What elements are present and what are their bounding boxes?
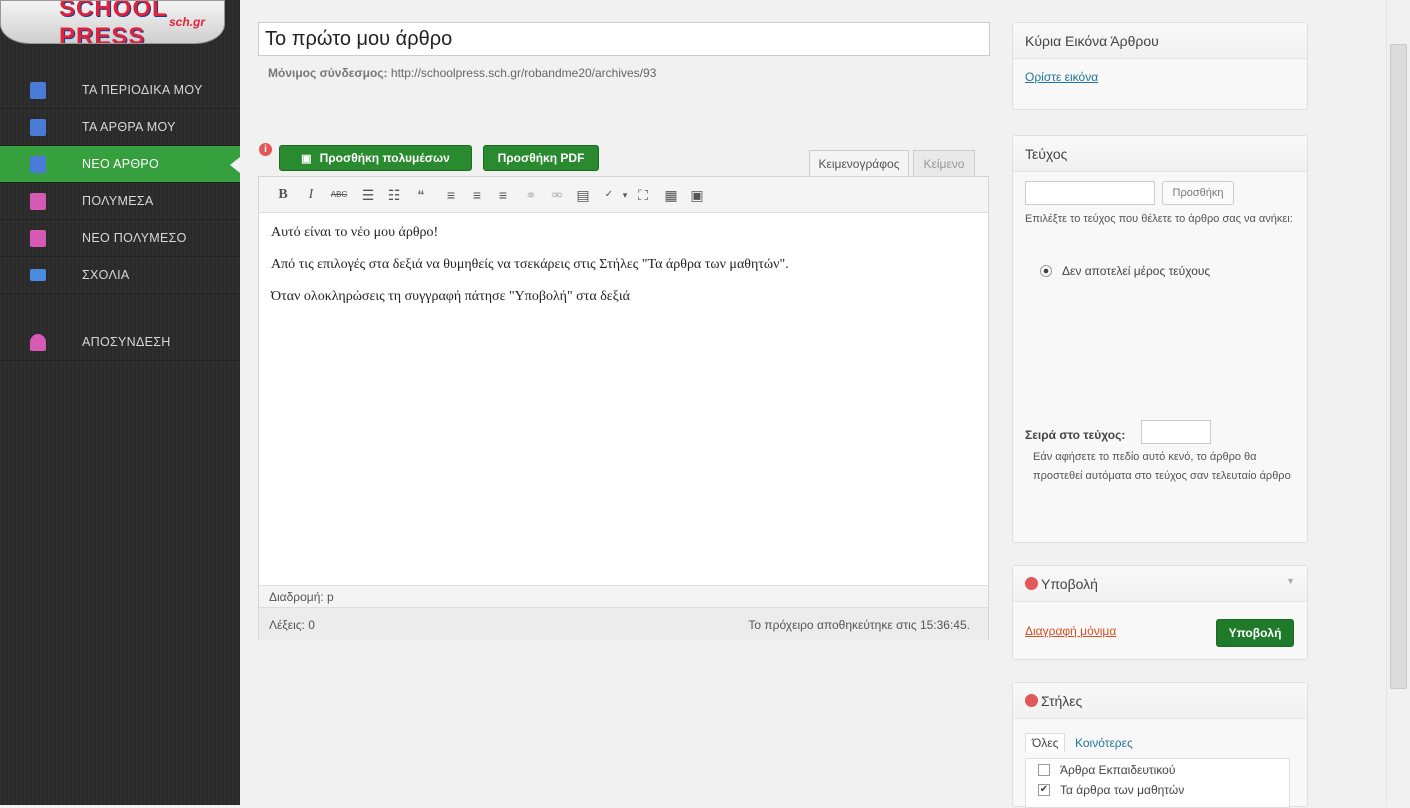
- columns-title: Στήλες: [1041, 693, 1083, 709]
- fullscreen-icon[interactable]: ⛶: [633, 185, 653, 205]
- submit-button[interactable]: Υποβολή: [1216, 619, 1294, 647]
- panel-title: Τεύχος: [1013, 136, 1307, 172]
- sidebar-item-media[interactable]: ΠΟΛΥΜΕΣΑ: [0, 183, 240, 220]
- add-pdf-label: Προσθήκη PDF: [497, 151, 585, 165]
- column-label: Τα άρθρα των μαθητών: [1060, 783, 1185, 797]
- insert-video-icon[interactable]: ▣: [687, 185, 707, 205]
- issue-panel: Τεύχος Προσθήκη Επιλέξτε το τεύχος που θ…: [1012, 135, 1308, 543]
- info-icon: [1025, 694, 1038, 707]
- sidebar-item-label: ΑΠΟΣΥΝΔΕΣΗ: [82, 335, 171, 349]
- order-label: Σειρά στο τεύχος:: [1025, 428, 1126, 442]
- chevron-down-icon[interactable]: ▾: [615, 185, 635, 205]
- set-featured-image-link[interactable]: Ορίστε εικόνα: [1025, 70, 1098, 84]
- info-icon: [1025, 577, 1038, 590]
- book-icon: [30, 82, 46, 99]
- editor-toolbar: B I ABC ☰ ☷ “ ≡ ≡ ≡ ⚭ ⚮ ▤ ✓ ▾ ⛶ ▦ ▣: [259, 177, 988, 213]
- camera-icon: ▣: [301, 152, 312, 165]
- permalink: Μόνιμος σύνδεσμος: http://schoolpress.sc…: [268, 66, 656, 80]
- panel-title: Στήλες: [1013, 683, 1307, 719]
- post-title-input[interactable]: [258, 22, 990, 56]
- permalink-url[interactable]: http://schoolpress.sch.gr/robandme20/arc…: [391, 66, 656, 80]
- sidebar: SCHOOL PRESS sch.gr ΤΑ ΠΕΡΙΟΔΙΚΑ ΜΟΥ ΤΑ …: [0, 0, 240, 805]
- column-label: Άρθρα Εκπαιδευτικού: [1060, 763, 1176, 777]
- new-media-icon: [30, 230, 46, 247]
- logo-subtext: sch.gr: [169, 15, 206, 29]
- editor-paragraph: Αυτό είναι το νέο μου άρθρο!: [271, 225, 439, 240]
- editor-content[interactable]: Αυτό είναι το νέο μου άρθρο! Από τις επι…: [271, 225, 789, 321]
- sidebar-item-logout[interactable]: ΑΠΟΣΥΝΔΕΣΗ: [0, 324, 240, 361]
- tab-all-columns[interactable]: Όλες: [1025, 733, 1066, 752]
- unlink-icon[interactable]: ⚮: [547, 185, 567, 205]
- sidebar-item-label: ΝΕΟ ΑΡΘΡΟ: [82, 157, 160, 171]
- align-left-icon[interactable]: ≡: [441, 185, 461, 205]
- editor-path: Διαδρομή: p: [259, 585, 988, 607]
- align-center-icon[interactable]: ≡: [467, 185, 487, 205]
- more-tag-icon[interactable]: ▤: [573, 185, 593, 205]
- columns-list: Άρθρα Εκπαιδευτικού ✔ Τα άρθρα των μαθητ…: [1025, 758, 1290, 808]
- info-icon[interactable]: i: [259, 143, 272, 156]
- kitchen-sink-icon[interactable]: ▦: [661, 185, 681, 205]
- article-pen-icon: [30, 119, 46, 136]
- link-icon[interactable]: ⚭: [521, 185, 541, 205]
- issue-option-label: Δεν αποτελεί μέρος τεύχους: [1062, 264, 1211, 278]
- new-issue-input[interactable]: [1025, 181, 1155, 205]
- list-item[interactable]: Άρθρα Εκπαιδευτικού: [1038, 763, 1175, 777]
- bold-icon[interactable]: B: [273, 185, 293, 205]
- editor-status-bar: Λέξεις: 0 Το πρόχειρο αποθηκεύτηκε στις …: [259, 607, 988, 640]
- school-press-logo[interactable]: SCHOOL PRESS sch.gr: [0, 0, 225, 44]
- sidebar-item-label: ΤΑ ΠΕΡΙΟΔΙΚΑ ΜΟΥ: [82, 83, 203, 97]
- delete-permanently-link[interactable]: Διαγραφή μόνιμα: [1025, 624, 1116, 638]
- radio-selected[interactable]: [1040, 265, 1052, 277]
- publish-panel: Υποβολή ▼ Διαγραφή μόνιμα Υποβολή: [1012, 565, 1308, 660]
- numbered-list-icon[interactable]: ☷: [384, 185, 404, 205]
- sidebar-item-label: ΣΧΟΛΙΑ: [82, 268, 130, 282]
- editor-paragraph: Από τις επιλογές στα δεξιά να θυμηθείς ν…: [271, 257, 789, 272]
- logout-users-icon: [30, 334, 46, 351]
- sidebar-item-label: ΤΑ ΑΡΘΡΑ ΜΟΥ: [82, 120, 176, 134]
- checkbox-checked[interactable]: ✔: [1038, 784, 1050, 796]
- sidebar-item-label: ΠΟΛΥΜΕΣΑ: [82, 194, 154, 208]
- align-right-icon[interactable]: ≡: [493, 185, 513, 205]
- panel-title: Κύρια Εικόνα Άρθρου: [1013, 23, 1307, 59]
- order-input[interactable]: [1141, 420, 1211, 444]
- add-media-label: Προσθήκη πολυμέσων: [319, 151, 450, 165]
- sidebar-item-new-article[interactable]: ΝΕΟ ΑΡΘΡΟ: [0, 146, 240, 183]
- blockquote-icon[interactable]: “: [411, 185, 431, 205]
- bullet-list-icon[interactable]: ☰: [358, 185, 378, 205]
- panel-title: Υποβολή ▼: [1013, 566, 1307, 602]
- page-scrollbar[interactable]: [1386, 0, 1410, 805]
- editor-paragraph: Όταν ολοκληρώσεις τη συγγραφή πάτησε "Υπ…: [271, 289, 631, 304]
- scrollbar-thumb[interactable]: [1390, 44, 1407, 689]
- issue-option[interactable]: Δεν αποτελεί μέρος τεύχους: [1040, 264, 1210, 278]
- add-pdf-button[interactable]: Προσθήκη PDF: [483, 145, 599, 171]
- editor: B I ABC ☰ ☷ “ ≡ ≡ ≡ ⚭ ⚮ ▤ ✓ ▾ ⛶ ▦ ▣ Αυτό…: [258, 176, 989, 640]
- columns-panel: Στήλες Όλες Κοινότερες Άρθρα Εκπαιδευτικ…: [1012, 682, 1308, 808]
- draft-saved-status: Το πρόχειρο αποθηκεύτηκε στις 15:36:45.: [748, 618, 970, 632]
- list-item[interactable]: ✔ Τα άρθρα των μαθητών: [1038, 783, 1184, 797]
- checkbox-unchecked[interactable]: [1038, 764, 1050, 776]
- sidebar-item-my-magazines[interactable]: ΤΑ ΠΕΡΙΟΔΙΚΑ ΜΟΥ: [0, 72, 240, 109]
- sidebar-item-comments[interactable]: ΣΧΟΛΙΑ: [0, 257, 240, 294]
- add-media-button[interactable]: ▣ Προσθήκη πολυμέσων: [279, 145, 472, 171]
- collapse-arrow-icon[interactable]: ▼: [1286, 576, 1295, 586]
- tab-popular-columns[interactable]: Κοινότερες: [1075, 736, 1133, 750]
- media-camera-icon: [30, 193, 46, 210]
- add-issue-button[interactable]: Προσθήκη: [1162, 181, 1234, 205]
- word-count: Λέξεις: 0: [269, 618, 315, 632]
- new-article-icon: [30, 156, 46, 173]
- tab-visual[interactable]: Κειμενογράφος: [809, 150, 909, 176]
- sidebar-item-my-articles[interactable]: ΤΑ ΑΡΘΡΑ ΜΟΥ: [0, 109, 240, 146]
- order-help-text: Εάν αφήσετε το πεδίο αυτό κενό, το άρθρο…: [1033, 451, 1291, 482]
- italic-icon[interactable]: I: [301, 185, 321, 205]
- issue-help-text: Επιλέξτε το τεύχος που θέλετε το άρθρο σ…: [1025, 213, 1293, 225]
- strikethrough-icon[interactable]: ABC: [329, 185, 349, 205]
- publish-title: Υποβολή: [1041, 576, 1098, 592]
- sidebar-item-label: ΝΕΟ ΠΟΛΥΜΕΣΟ: [82, 231, 187, 245]
- featured-image-panel: Κύρια Εικόνα Άρθρου Ορίστε εικόνα: [1012, 22, 1308, 110]
- tab-text[interactable]: Κείμενο: [913, 150, 975, 176]
- permalink-label: Μόνιμος σύνδεσμος:: [268, 66, 388, 80]
- comments-icon: [30, 269, 46, 281]
- sidebar-item-new-media[interactable]: ΝΕΟ ΠΟΛΥΜΕΣΟ: [0, 220, 240, 257]
